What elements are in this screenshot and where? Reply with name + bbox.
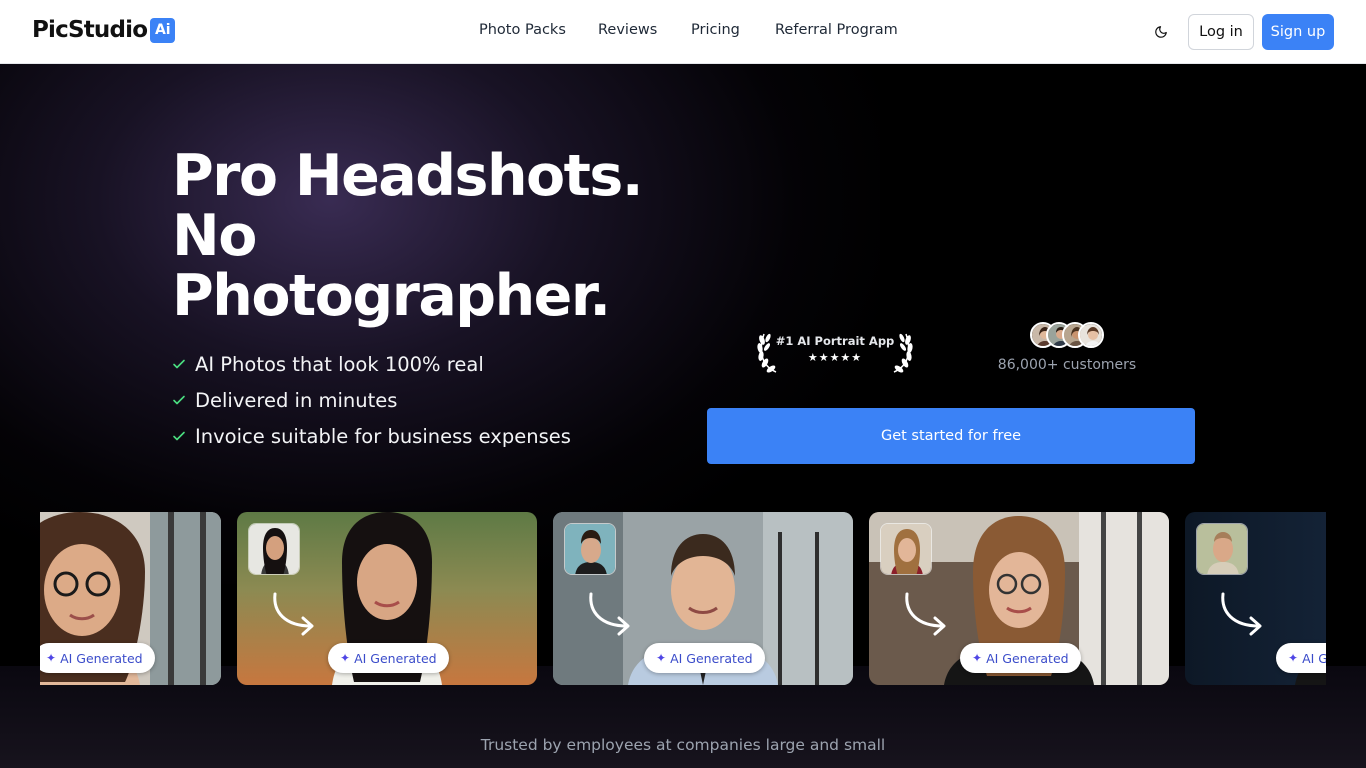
nav-link-reviews[interactable]: Reviews <box>598 22 657 38</box>
feature-item: Delivered in minutes <box>172 382 571 418</box>
original-photo-thumbnail <box>880 523 932 575</box>
signup-button[interactable]: Sign up <box>1262 14 1334 50</box>
badge-text: AI Generated <box>1302 650 1326 666</box>
sparkle-icon: ✦ <box>46 651 57 665</box>
trusted-by-text: Trusted by employees at companies large … <box>480 736 886 754</box>
feature-item: Invoice suitable for business expenses <box>172 418 571 454</box>
gallery-card: ✦ AI Generated <box>553 512 853 685</box>
feature-text: Invoice suitable for business expenses <box>195 424 571 448</box>
check-icon <box>172 429 186 443</box>
feature-item: AI Photos that look 100% real <box>172 346 571 382</box>
hero-section: Pro Headshots. No Photographer. AI Photo… <box>0 64 1366 768</box>
badge-text: AI Generated <box>986 650 1069 666</box>
gallery-card: ✦ AI Generated <box>869 512 1169 685</box>
original-photo-thumbnail <box>564 523 616 575</box>
logo-text: PicStudio <box>32 17 148 43</box>
feature-text: Delivered in minutes <box>195 388 398 412</box>
gallery-card: ✦ AI Generated <box>1185 512 1326 685</box>
avatar <box>1078 322 1104 348</box>
gallery-card: ✦ AI Generated <box>237 512 537 685</box>
check-icon <box>172 357 186 371</box>
feature-list: AI Photos that look 100% real Delivered … <box>172 346 571 454</box>
arrow-icon <box>1221 592 1262 636</box>
sparkle-icon: ✦ <box>656 651 667 665</box>
arrow-icon <box>905 592 946 636</box>
top-navbar: PicStudio Ai Photo Packs Reviews Pricing… <box>0 0 1366 64</box>
check-icon <box>172 393 186 407</box>
nav-link-photo-packs[interactable]: Photo Packs <box>479 22 566 38</box>
original-photo-thumbnail <box>248 523 300 575</box>
nav-link-pricing[interactable]: Pricing <box>691 22 740 38</box>
ai-generated-badge: ✦ AI Generated <box>40 643 155 673</box>
arrow-icon <box>273 592 314 636</box>
nav-link-referral-program[interactable]: Referral Program <box>775 22 898 38</box>
badge-text: AI Generated <box>354 650 437 666</box>
laurel-icon <box>893 333 913 373</box>
sparkle-icon: ✦ <box>340 651 351 665</box>
ai-generated-badge: ✦ AI Generated <box>960 643 1081 673</box>
moon-icon[interactable] <box>1150 21 1172 43</box>
ai-generated-badge: ✦ AI Generated <box>644 643 765 673</box>
login-button[interactable]: Log in <box>1188 14 1254 50</box>
hero-headline: Pro Headshots. No Photographer. <box>172 143 644 329</box>
customers-count: 86,000+ customers <box>997 357 1137 373</box>
ai-photo-gallery: ✦ AI Generated ✦ AI Generated ✦ AI Gener… <box>40 512 1326 686</box>
logo[interactable]: PicStudio Ai <box>32 17 176 43</box>
badge-text: AI Generated <box>670 650 753 666</box>
original-photo-thumbnail <box>1196 523 1248 575</box>
ai-generated-badge: ✦ AI Generated <box>1276 643 1326 673</box>
logo-badge: Ai <box>150 17 176 43</box>
sparkle-icon: ✦ <box>972 651 983 665</box>
feature-text: AI Photos that look 100% real <box>195 352 484 376</box>
ai-generated-badge: ✦ AI Generated <box>328 643 449 673</box>
arrow-icon <box>589 592 630 636</box>
sparkle-icon: ✦ <box>1288 651 1299 665</box>
gallery-card: ✦ AI Generated <box>40 512 221 685</box>
award-badge: #1 AI Portrait App ★★★★★ <box>756 326 914 376</box>
customer-avatars <box>1030 322 1110 350</box>
badge-text: AI Generated <box>60 650 143 666</box>
get-started-button[interactable]: Get started for free <box>707 408 1195 464</box>
